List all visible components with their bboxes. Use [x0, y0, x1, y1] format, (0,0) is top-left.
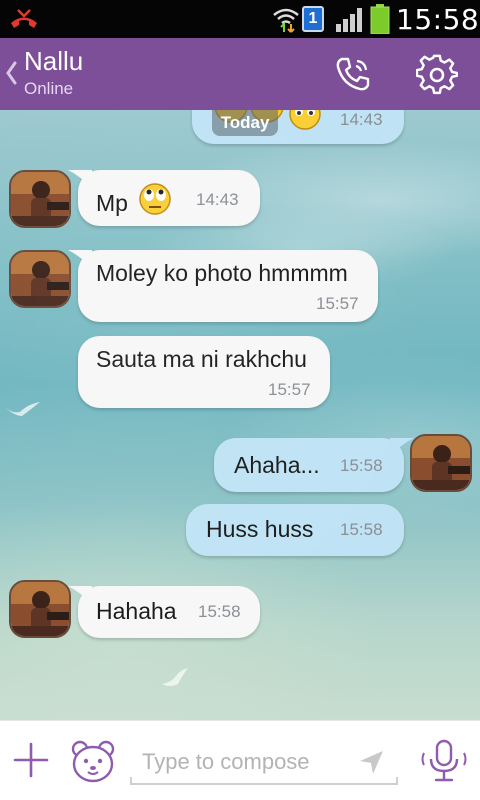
chat-header: Nallu Online	[0, 38, 480, 114]
microphone-icon[interactable]	[420, 737, 468, 785]
avatar-photo	[11, 582, 69, 636]
compose-input[interactable]	[142, 745, 352, 779]
missed-call-icon	[11, 9, 37, 28]
message-time: 15:57	[316, 294, 359, 313]
message-bubble[interactable]: Mp 14:43	[68, 170, 260, 226]
compose-field[interactable]	[130, 739, 398, 785]
sim-number: 1	[308, 10, 318, 27]
message-time: 15:58	[340, 456, 383, 475]
bird-decoration	[162, 668, 188, 686]
message-bubble[interactable]: Hahaha 15:58	[68, 586, 260, 638]
message-bubble[interactable]: Moley ko photo hmmmm 15:57	[68, 250, 378, 322]
message-time: 14:43	[196, 190, 239, 209]
contact-avatar[interactable]	[9, 250, 71, 308]
date-separator: Today	[212, 110, 278, 136]
status-bar: 1 15:58	[0, 0, 480, 38]
wifi-icon	[273, 8, 299, 33]
message-text: Hahaha	[96, 598, 177, 624]
avatar-photo	[11, 172, 69, 226]
battery-icon	[370, 4, 390, 34]
message-composer	[0, 720, 480, 800]
message-text: Sauta ma ni rakhchu	[96, 346, 307, 372]
message-text: Mp	[96, 190, 128, 216]
call-icon[interactable]	[333, 54, 373, 94]
chat-area[interactable]: 14:43 Today Mp 14:43 Moley ko photo hmmm…	[0, 110, 480, 720]
message-text: Huss huss	[206, 516, 314, 542]
avatar-photo	[412, 436, 470, 490]
contact-name[interactable]: Nallu	[24, 46, 83, 77]
message-text: Ahaha...	[234, 452, 320, 478]
plus-icon[interactable]	[12, 741, 50, 779]
presence-status: Online	[24, 79, 74, 98]
sticker-bear-icon[interactable]	[70, 739, 116, 783]
settings-gear-icon[interactable]	[416, 54, 458, 96]
send-icon[interactable]	[356, 747, 386, 777]
sim-icon: 1	[302, 6, 324, 32]
signal-icon	[336, 8, 362, 32]
message-bubble[interactable]: Sauta ma ni rakhchu 15:57	[78, 336, 330, 408]
rolling-eyes-emoji	[139, 183, 171, 215]
bird-decoration	[4, 402, 40, 416]
message-time: 15:57	[268, 380, 311, 399]
my-avatar[interactable]	[410, 434, 472, 492]
message-time: 14:43	[340, 110, 383, 129]
message-time: 15:58	[340, 520, 383, 539]
message-bubble-outgoing[interactable]: Huss huss 15:58	[186, 504, 404, 556]
clock: 15:58	[396, 3, 480, 36]
message-bubble-outgoing[interactable]: Ahaha... 15:58	[214, 438, 414, 492]
message-time: 15:58	[198, 602, 241, 621]
contact-avatar[interactable]	[9, 580, 71, 638]
emoji-icon	[289, 110, 321, 130]
message-text: Moley ko photo hmmmm	[96, 260, 348, 286]
contact-avatar[interactable]	[9, 170, 71, 228]
back-chevron-icon[interactable]	[4, 60, 18, 86]
avatar-photo	[11, 252, 69, 306]
